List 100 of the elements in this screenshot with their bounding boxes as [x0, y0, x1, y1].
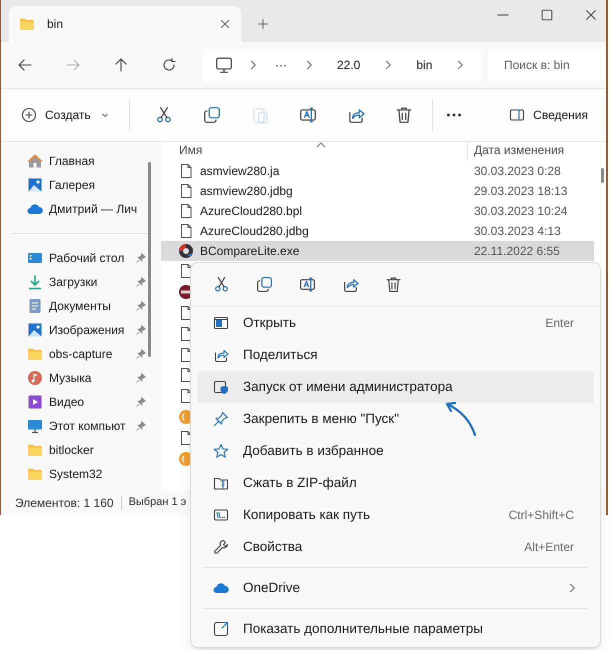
- menu-item[interactable]: Запуск от имени администратора: [197, 371, 594, 403]
- share-icon: [342, 276, 358, 293]
- pin-icon: [213, 411, 229, 427]
- shortcut-label: Ctrl+Shift+C: [508, 507, 574, 524]
- scissors-icon: [154, 106, 173, 124]
- copy-icon: [202, 106, 221, 124]
- item-count: Элементов: 1 160: [15, 494, 114, 512]
- menu-item[interactable]: OneDrive: [197, 572, 594, 604]
- folder-icon: [27, 466, 43, 482]
- window-tab[interactable]: bin: [9, 6, 241, 42]
- monitor-icon[interactable]: [215, 56, 233, 74]
- app-icon: [178, 243, 194, 259]
- sidebar-item[interactable]: Изображения: [1, 318, 151, 342]
- monitor-icon: [27, 418, 43, 434]
- sidebar-item[interactable]: Галерея: [1, 173, 151, 197]
- shield-icon: [213, 379, 229, 395]
- rename-icon: [298, 276, 316, 293]
- trash-icon: [394, 106, 413, 124]
- file-date: 22.11.2022 6:55: [473, 243, 560, 260]
- menu-item[interactable]: Поделиться: [197, 339, 594, 371]
- file-date: 30.03.2023 10:24: [473, 203, 568, 220]
- expand-icon: [213, 621, 229, 637]
- selection-status: Выбран 1 э: [128, 495, 186, 510]
- new-button[interactable]: Создать: [15, 99, 117, 131]
- sidebar-item[interactable]: System32: [1, 462, 151, 486]
- folder-icon: [27, 346, 43, 362]
- address-bar[interactable]: ··· 22.0 bin: [203, 49, 481, 81]
- file-date: 30.03.2023 0:28: [473, 163, 561, 180]
- file-name: BCompareLite.exe: [200, 243, 300, 260]
- breadcrumb[interactable]: bin: [416, 56, 432, 74]
- plus-circle-icon: [21, 107, 37, 123]
- file-name: AzureCloud280.bpl: [200, 203, 304, 220]
- details-button[interactable]: Сведения: [503, 99, 594, 131]
- new-tab-icon[interactable]: [257, 18, 269, 30]
- search-field[interactable]: Поиск в: bin: [488, 49, 606, 81]
- file-date: 29.03.2023 18:13: [473, 183, 568, 200]
- menu-item[interactable]: Закрепить в меню "Пуск": [197, 403, 594, 435]
- sidebar-item[interactable]: Этот компьют: [1, 414, 151, 438]
- rename-icon: [298, 106, 317, 124]
- sidebar-item[interactable]: obs-capture: [1, 342, 151, 366]
- trash-icon: [384, 276, 402, 293]
- menu-item[interactable]: Показать дополнительные параметры: [197, 613, 594, 645]
- up-arrow-icon[interactable]: [113, 57, 129, 73]
- clipboard-icon: [250, 106, 269, 124]
- sidebar-item[interactable]: Загрузки: [1, 270, 151, 294]
- scrollbar[interactable]: [148, 162, 151, 357]
- document-icon: [27, 298, 43, 314]
- image-icon: [27, 177, 43, 193]
- shortcut-label: Alt+Enter: [524, 539, 574, 556]
- sidebar-item[interactable]: Документы: [1, 294, 151, 318]
- file-row[interactable]: asmview280.jdbg 29.03.2023 18:13: [161, 181, 594, 201]
- sidebar-item[interactable]: Главная: [1, 149, 151, 173]
- desktop-icon: [27, 250, 43, 266]
- copy-icon: [256, 276, 272, 293]
- menu-item[interactable]: Добавить в избранное: [197, 435, 594, 467]
- file-row[interactable]: BCompareLite.exe 22.11.2022 6:55: [161, 241, 594, 261]
- share-icon: [213, 347, 229, 363]
- close-icon[interactable]: [219, 18, 231, 30]
- menu-item[interactable]: Свойства Alt+Enter: [197, 531, 594, 563]
- sidebar-item[interactable]: Видео: [1, 390, 151, 414]
- download-icon: [27, 274, 43, 290]
- menu-item[interactable]: Копировать как путь Ctrl+Shift+C: [197, 499, 594, 531]
- shortcut-label: Enter: [545, 315, 574, 332]
- file-row[interactable]: AzureCloud280.bpl 30.03.2023 10:24: [161, 201, 594, 221]
- file-row[interactable]: AzureCloud280.jdbg 30.03.2023 4:13: [161, 221, 594, 241]
- image-icon: [27, 322, 43, 338]
- scrollbar[interactable]: [601, 168, 604, 183]
- file-icon: [178, 203, 194, 219]
- close-icon[interactable]: [584, 8, 598, 22]
- file-icon: [178, 223, 194, 239]
- video-icon: [27, 394, 43, 410]
- zip-folder-icon: [213, 475, 229, 491]
- sidebar-item[interactable]: Музыка: [1, 366, 151, 390]
- file-icon: [178, 183, 194, 199]
- file-row[interactable]: asmview280.ja 30.03.2023 0:28: [161, 161, 594, 181]
- folder-icon: [19, 16, 35, 32]
- tab-title: bin: [47, 16, 64, 33]
- maximize-icon[interactable]: [540, 8, 554, 22]
- panel-icon: [509, 107, 526, 123]
- sidebar-item[interactable]: bitlocker: [1, 438, 151, 462]
- file-name: asmview280.ja: [200, 163, 280, 180]
- file-icon: [178, 163, 194, 179]
- file-name: AzureCloud280.jdbg: [200, 223, 310, 240]
- column-header[interactable]: Дата изменения: [468, 141, 564, 161]
- star-icon: [213, 443, 229, 459]
- breadcrumb[interactable]: 22.0: [337, 56, 360, 74]
- folder-icon: [27, 442, 43, 458]
- wrench-icon: [213, 539, 229, 555]
- refresh-icon[interactable]: [161, 57, 177, 73]
- column-header[interactable]: Имя: [161, 141, 468, 161]
- file-name: asmview280.jdbg: [200, 183, 294, 200]
- window-icon: [213, 315, 229, 331]
- scissors-icon: [212, 276, 230, 293]
- menu-item[interactable]: Сжать в ZIP-файл: [197, 467, 594, 499]
- breadcrumb[interactable]: ···: [275, 56, 287, 74]
- back-icon[interactable]: [17, 57, 33, 73]
- sidebar-item[interactable]: Дмитрий — Лич: [1, 197, 151, 221]
- house-icon: [27, 153, 43, 169]
- menu-item[interactable]: Открыть Enter: [197, 307, 594, 339]
- sidebar-item[interactable]: Рабочий стол: [1, 246, 151, 270]
